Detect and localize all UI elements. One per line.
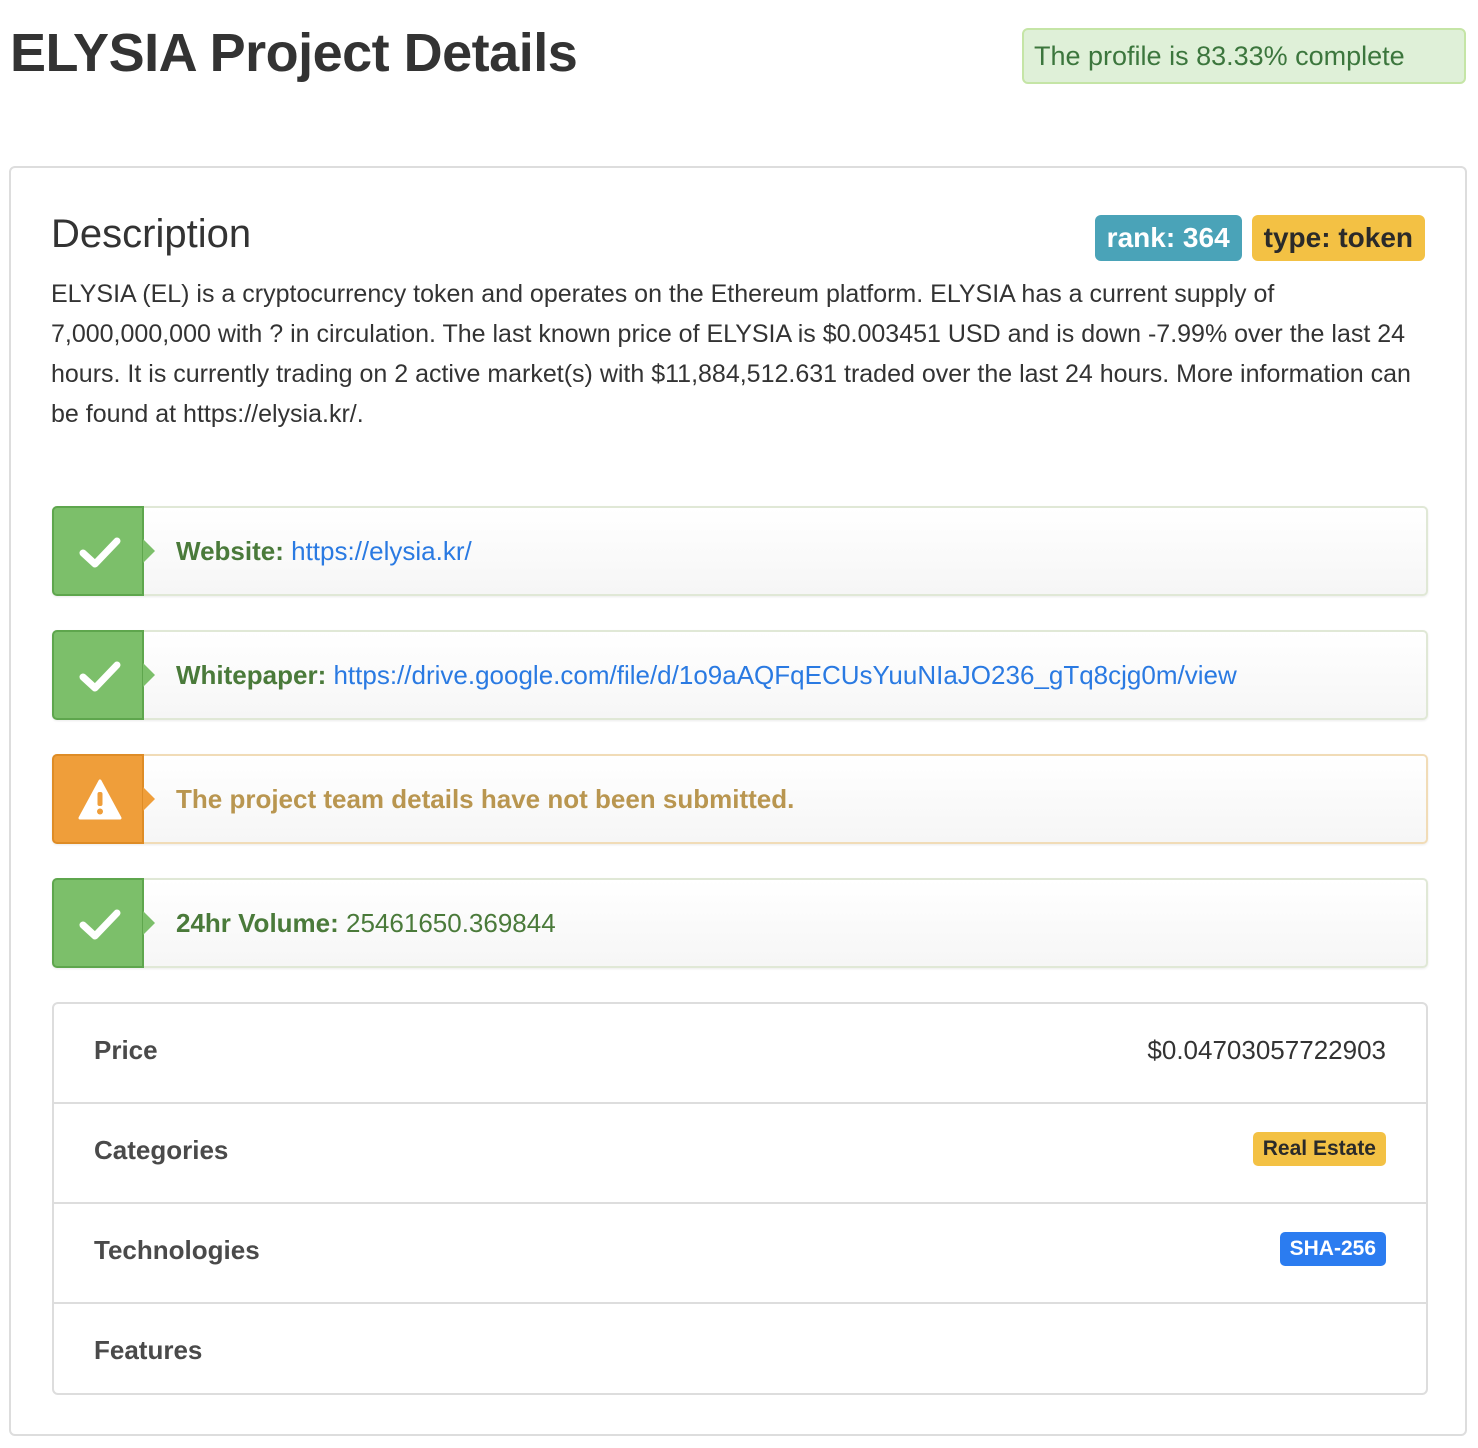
website-status-text: Website: https://elysia.kr/ bbox=[176, 508, 472, 594]
check-icon bbox=[52, 878, 155, 968]
badge-group: rank: 364 type: token bbox=[1094, 215, 1425, 261]
features-label: Features bbox=[94, 1335, 203, 1365]
volume-label: 24hr Volume: bbox=[176, 908, 339, 938]
check-icon bbox=[52, 630, 155, 720]
page-title: ELYSIA Project Details bbox=[10, 23, 578, 83]
whitepaper-label: Whitepaper: bbox=[176, 660, 327, 690]
categories-label: Categories bbox=[94, 1135, 229, 1165]
volume-status-item: 24hr Volume: 25461650.369844 bbox=[52, 878, 1428, 968]
volume-status-text: 24hr Volume: 25461650.369844 bbox=[176, 880, 556, 966]
technologies-label: Technologies bbox=[94, 1235, 260, 1265]
website-link[interactable]: https://elysia.kr/ bbox=[291, 536, 472, 566]
details-table: Price $0.04703057722903 Categories Real … bbox=[52, 1002, 1428, 1395]
whitepaper-link[interactable]: https://drive.google.com/file/d/1o9aAQFq… bbox=[333, 660, 1236, 690]
team-warning-text: The project team details have not been s… bbox=[176, 784, 795, 814]
description-heading: Description bbox=[51, 212, 252, 256]
website-label: Website: bbox=[176, 536, 284, 566]
warning-icon bbox=[52, 754, 155, 844]
price-label: Price bbox=[94, 1035, 158, 1065]
type-badge: type: token bbox=[1251, 215, 1425, 261]
team-status-item: The project team details have not been s… bbox=[52, 754, 1428, 844]
whitepaper-status-item: Whitepaper: https://drive.google.com/fil… bbox=[52, 630, 1428, 720]
project-panel: Description rank: 364 type: token ELYSIA… bbox=[9, 166, 1467, 1436]
volume-value: 25461650.369844 bbox=[346, 908, 556, 938]
whitepaper-status-text: Whitepaper: https://drive.google.com/fil… bbox=[176, 632, 1237, 718]
table-row-technologies: Technologies SHA-256 bbox=[54, 1204, 1426, 1304]
rank-badge: rank: 364 bbox=[1094, 215, 1242, 261]
category-tag: Real Estate bbox=[1252, 1132, 1386, 1166]
website-status-item: Website: https://elysia.kr/ bbox=[52, 506, 1428, 596]
profile-completion-alert: The profile is 83.33% complete bbox=[1022, 28, 1466, 84]
technology-tag: SHA-256 bbox=[1279, 1232, 1386, 1266]
table-row-features: Features bbox=[54, 1304, 1426, 1393]
table-row-price: Price $0.04703057722903 bbox=[54, 1004, 1426, 1104]
check-icon bbox=[52, 506, 155, 596]
description-text: ELYSIA (EL) is a cryptocurrency token an… bbox=[51, 280, 1411, 428]
price-value: $0.04703057722903 bbox=[1147, 1035, 1386, 1065]
table-row-categories: Categories Real Estate bbox=[54, 1104, 1426, 1204]
